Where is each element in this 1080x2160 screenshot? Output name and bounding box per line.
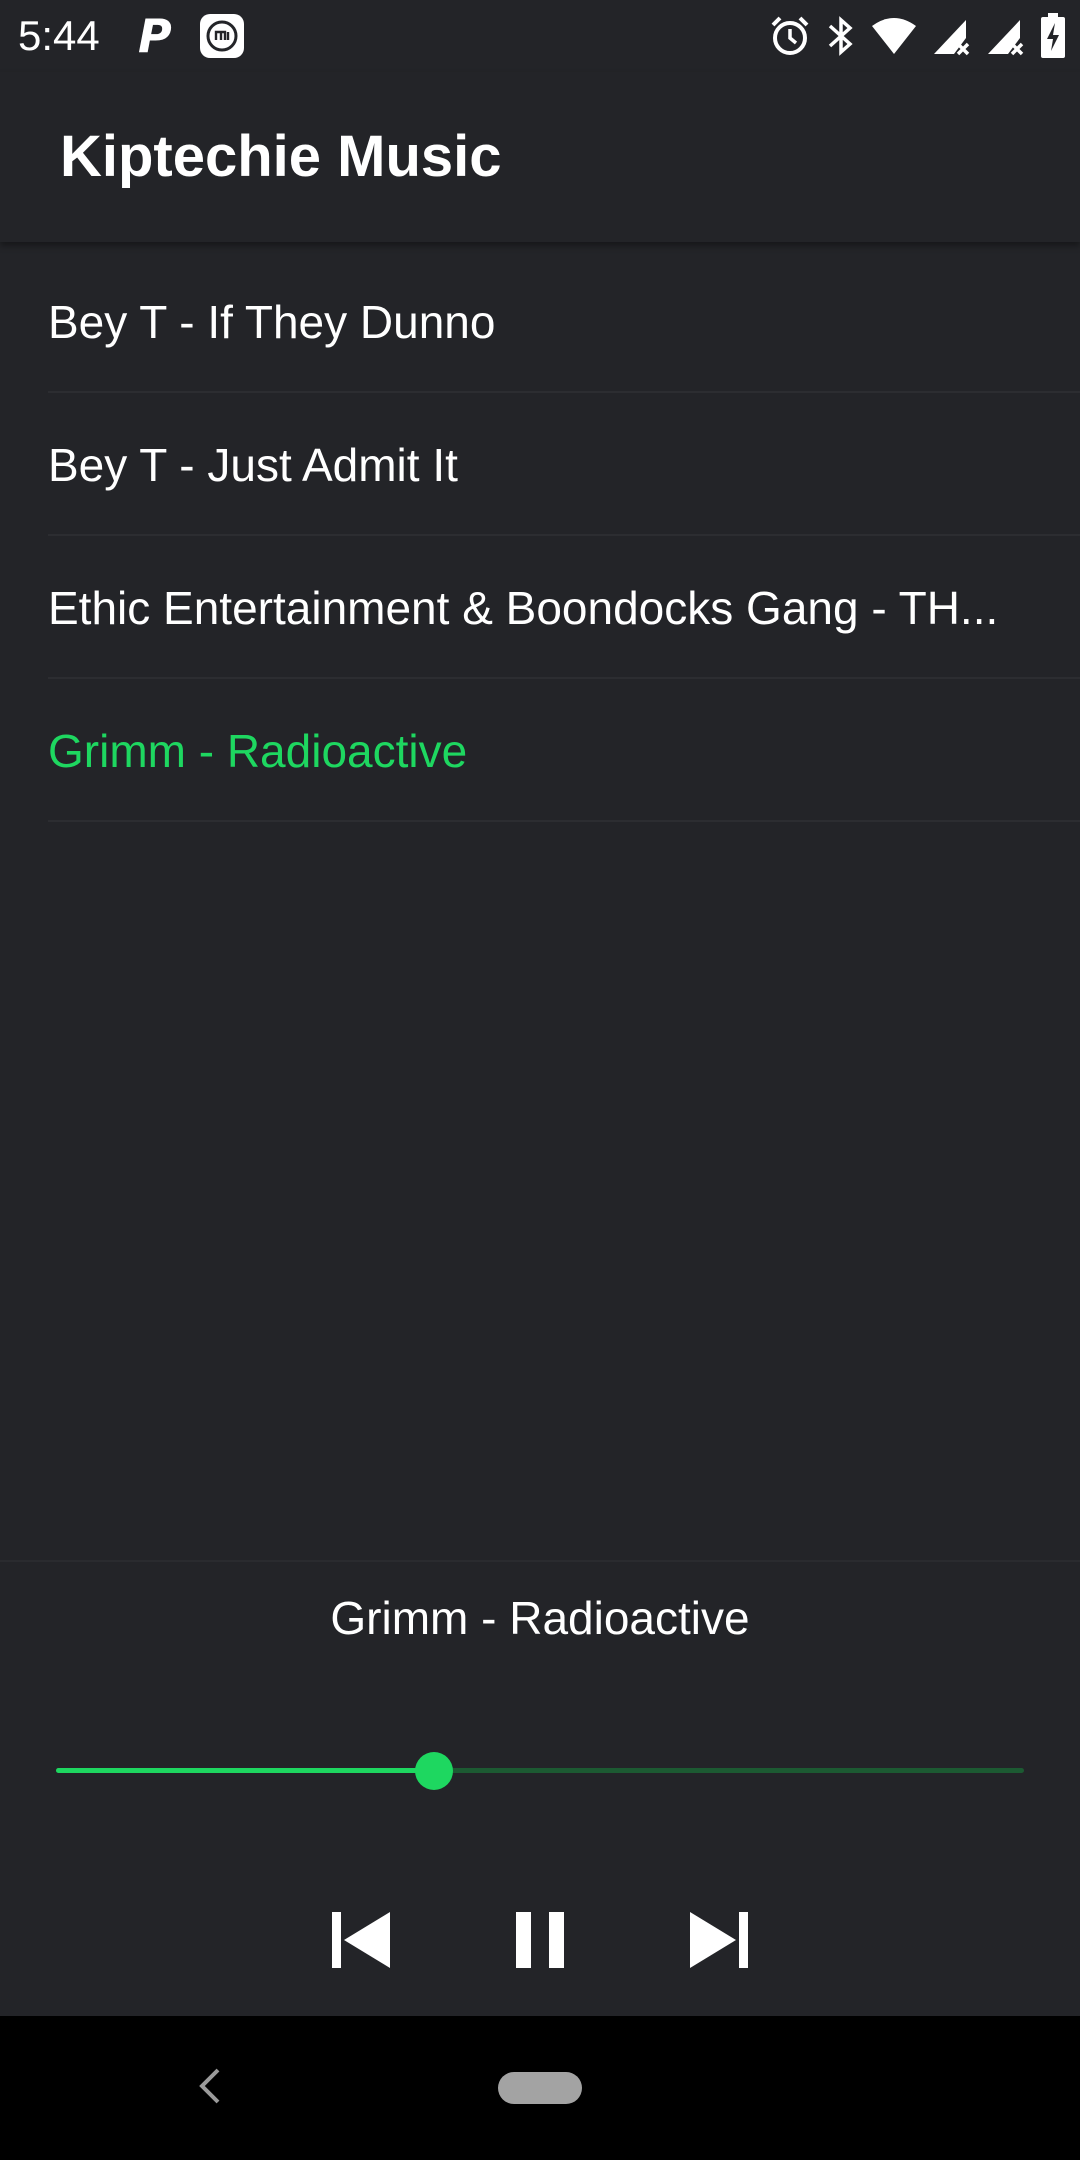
song-item[interactable]: Bey T - If They Dunno — [48, 250, 1080, 393]
battery-icon — [1040, 13, 1066, 59]
playback-controls — [0, 1902, 1080, 1982]
status-right-icons — [768, 13, 1066, 59]
song-item-active[interactable]: Grimm - Radioactive — [48, 679, 1080, 822]
skip-next-icon — [688, 1908, 752, 1977]
player-panel: Grimm - Radioactive — [0, 1560, 1080, 2018]
alarm-icon — [768, 14, 812, 58]
bluetooth-icon — [826, 14, 856, 58]
status-left-icons: P — [138, 9, 244, 63]
song-item[interactable]: Bey T - Just Admit It — [48, 393, 1080, 536]
status-bar: 5:44 P — [0, 0, 1080, 72]
next-button[interactable] — [680, 1902, 760, 1982]
seek-thumb[interactable] — [415, 1752, 453, 1790]
song-title: Ethic Entertainment & Boondocks Gang - T… — [48, 581, 999, 634]
wifi-icon — [870, 16, 918, 56]
signal-icon — [932, 16, 972, 56]
navigation-bar — [0, 2016, 1080, 2160]
app-title: Kiptechie Music — [60, 124, 502, 189]
back-button[interactable] — [190, 2062, 230, 2114]
song-title: Bey T - If They Dunno — [48, 295, 496, 348]
seek-bar[interactable] — [56, 1750, 1024, 1790]
status-time: 5:44 — [18, 12, 100, 59]
now-playing-title: Grimm - Radioactive — [330, 1592, 750, 1644]
pause-icon — [512, 1908, 568, 1977]
pause-button[interactable] — [500, 1902, 580, 1982]
song-title: Bey T - Just Admit It — [48, 438, 458, 491]
home-button[interactable] — [498, 2072, 582, 2104]
back-icon — [196, 2066, 224, 2111]
parking-icon: P — [138, 9, 172, 63]
signal-icon — [986, 16, 1026, 56]
song-list: Bey T - If They Dunno Bey T - Just Admit… — [0, 250, 1080, 822]
seek-progress — [56, 1768, 434, 1773]
app-bar: Kiptechie Music — [0, 72, 1080, 242]
skip-previous-icon — [328, 1908, 392, 1977]
song-title: Grimm - Radioactive — [48, 724, 468, 777]
previous-button[interactable] — [320, 1902, 400, 1982]
song-item[interactable]: Ethic Entertainment & Boondocks Gang - T… — [48, 536, 1080, 679]
mi-icon — [199, 14, 244, 58]
